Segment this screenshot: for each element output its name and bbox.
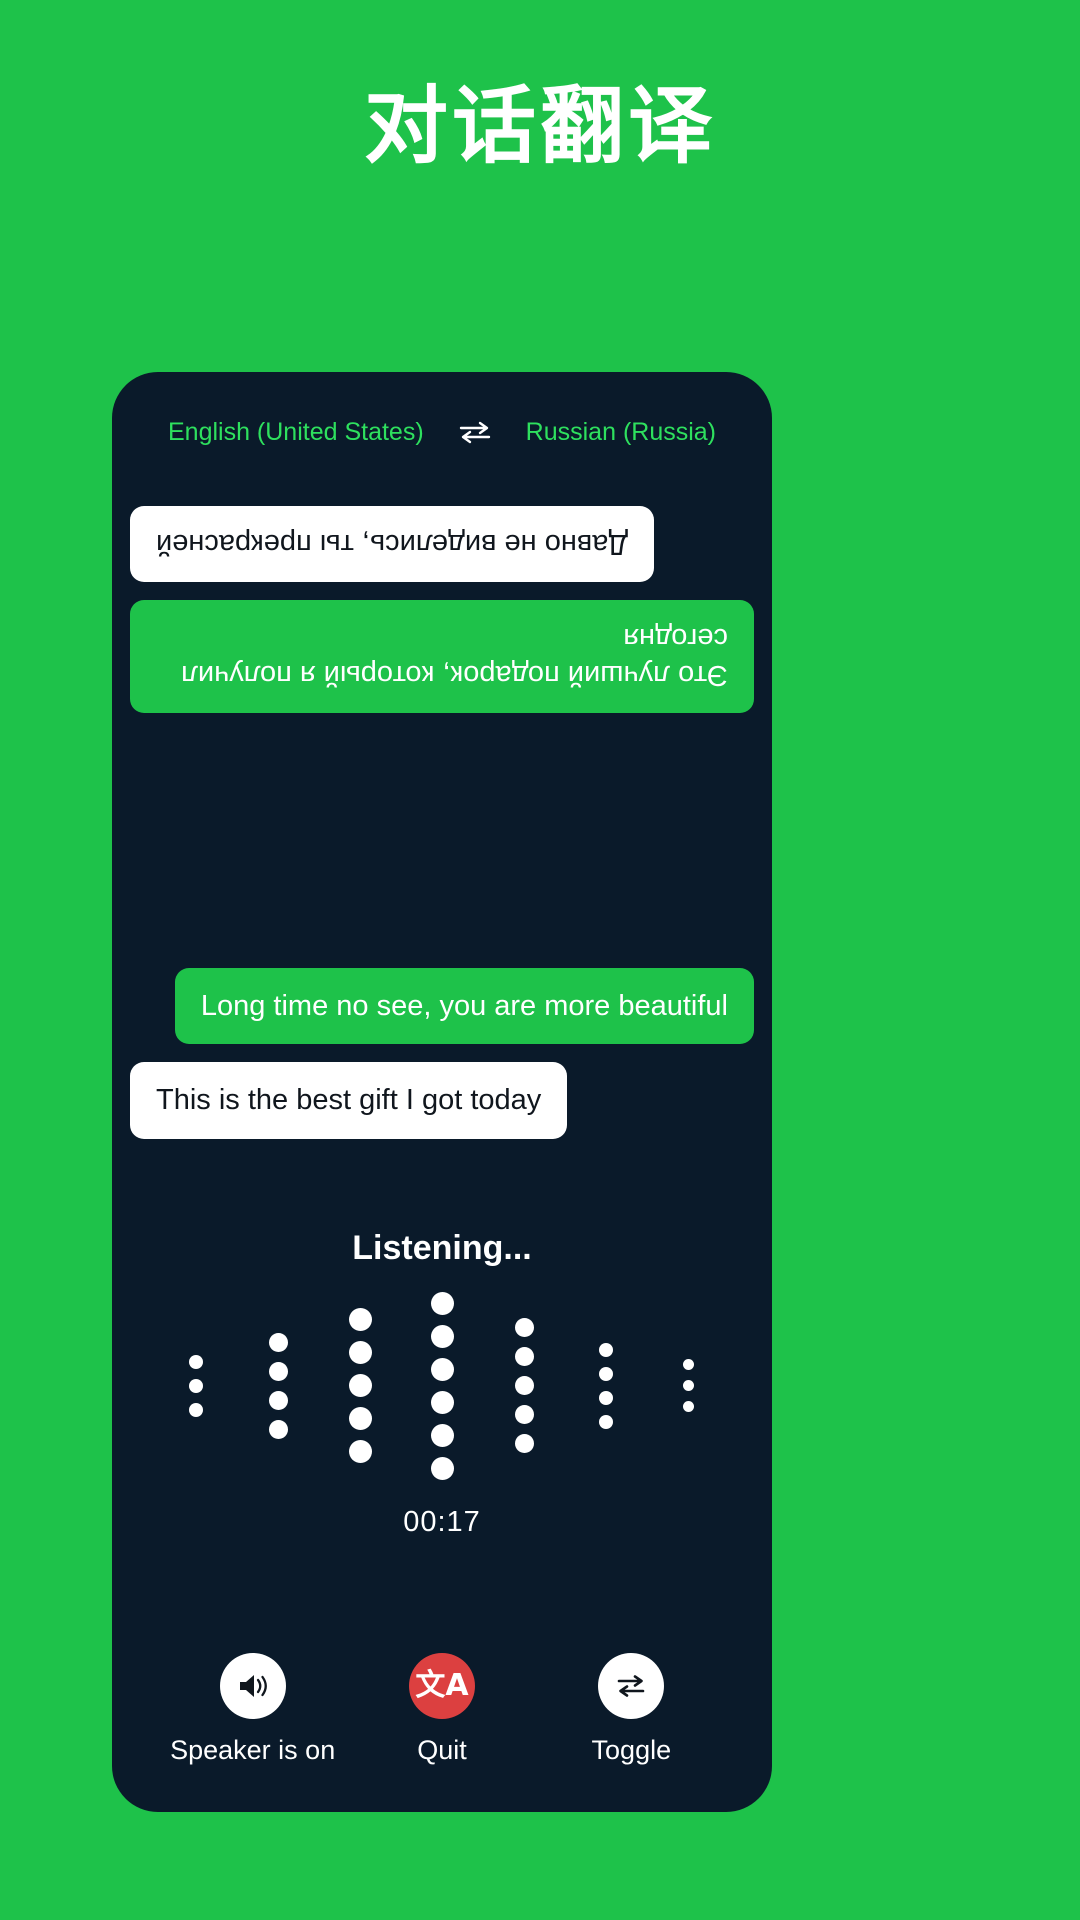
waveform-dot — [599, 1366, 613, 1381]
waveform-dot — [348, 1374, 372, 1397]
waveform-dot — [189, 1378, 203, 1393]
waveform-dot — [514, 1434, 534, 1453]
waveform-dot — [514, 1318, 534, 1337]
phone-panel: English (United States) Russian (Russia)… — [112, 372, 772, 1812]
swap-loop-icon[interactable] — [598, 1653, 665, 1719]
waveform-dot — [430, 1291, 454, 1315]
translate-glyph: 文A — [415, 1668, 469, 1703]
audio-waveform — [112, 1291, 772, 1480]
waveform-dot — [268, 1419, 288, 1439]
waveform-column — [155, 1354, 237, 1417]
message-bubble: Давно не виделись, ты прекрасней — [130, 506, 655, 583]
waveform-dot — [599, 1390, 613, 1405]
speaker-toggle-label: Speaker is on — [170, 1735, 336, 1765]
page-title: 对话翻译 — [363, 77, 716, 175]
bottom-controls: Speaker is on 文A Quit Toggle — [112, 1627, 772, 1812]
speaker-on-icon[interactable] — [219, 1653, 286, 1719]
message-bubble: Это лучший подарок, который я получил се… — [130, 600, 754, 713]
translate-icon[interactable]: 文A — [408, 1653, 475, 1719]
waveform-dot — [268, 1332, 288, 1352]
waveform-dot — [682, 1380, 694, 1391]
target-language-button[interactable]: Russian (Russia) — [526, 418, 716, 447]
waveform-dot — [682, 1401, 694, 1412]
quit-label: Quit — [417, 1735, 467, 1765]
listening-status-label: Listening... — [352, 1228, 532, 1267]
waveform-dot — [514, 1347, 534, 1366]
waveform-dot — [189, 1402, 203, 1417]
waveform-dot — [514, 1376, 534, 1395]
waveform-dot — [348, 1308, 372, 1331]
waveform-dot — [599, 1342, 613, 1357]
toggle-direction-button[interactable]: Toggle — [537, 1653, 726, 1766]
waveform-column — [237, 1332, 319, 1439]
waveform-dot — [514, 1405, 534, 1424]
message-bubble: This is the best gift I got today — [130, 1062, 568, 1139]
listening-area: Listening... 00:17 — [112, 1157, 772, 1628]
waveform-dot — [430, 1390, 454, 1414]
waveform-column — [319, 1308, 401, 1463]
waveform-dot — [268, 1361, 288, 1381]
waveform-dot — [189, 1354, 203, 1369]
waveform-dot — [348, 1440, 372, 1463]
waveform-column — [565, 1342, 647, 1429]
recording-timer: 00:17 — [403, 1505, 481, 1538]
waveform-dot — [599, 1414, 613, 1429]
message-bubble: Long time no see, you are more beautiful — [174, 968, 754, 1045]
waveform-column — [401, 1291, 483, 1480]
language-bar: English (United States) Russian (Russia) — [112, 386, 772, 478]
waveform-dot — [682, 1359, 694, 1370]
waveform-column — [483, 1318, 565, 1453]
quit-button[interactable]: 文A Quit — [347, 1653, 536, 1766]
waveform-column — [647, 1359, 729, 1412]
waveform-dot — [430, 1423, 454, 1447]
waveform-dot — [268, 1390, 288, 1410]
waveform-dot — [348, 1407, 372, 1430]
waveform-dot — [348, 1341, 372, 1364]
speaker-toggle-button[interactable]: Speaker is on — [158, 1653, 347, 1766]
waveform-dot — [430, 1456, 454, 1480]
source-language-button[interactable]: English (United States) — [168, 418, 424, 447]
toggle-label: Toggle — [591, 1735, 672, 1765]
waveform-dot — [430, 1324, 454, 1348]
waveform-dot — [430, 1357, 454, 1381]
foreign-conversation-pane: Это лучший подарок, который я получил се… — [112, 478, 772, 946]
local-conversation-pane: Long time no see, you are more beautiful… — [112, 946, 772, 1157]
swap-horizontal-icon[interactable] — [458, 419, 492, 445]
